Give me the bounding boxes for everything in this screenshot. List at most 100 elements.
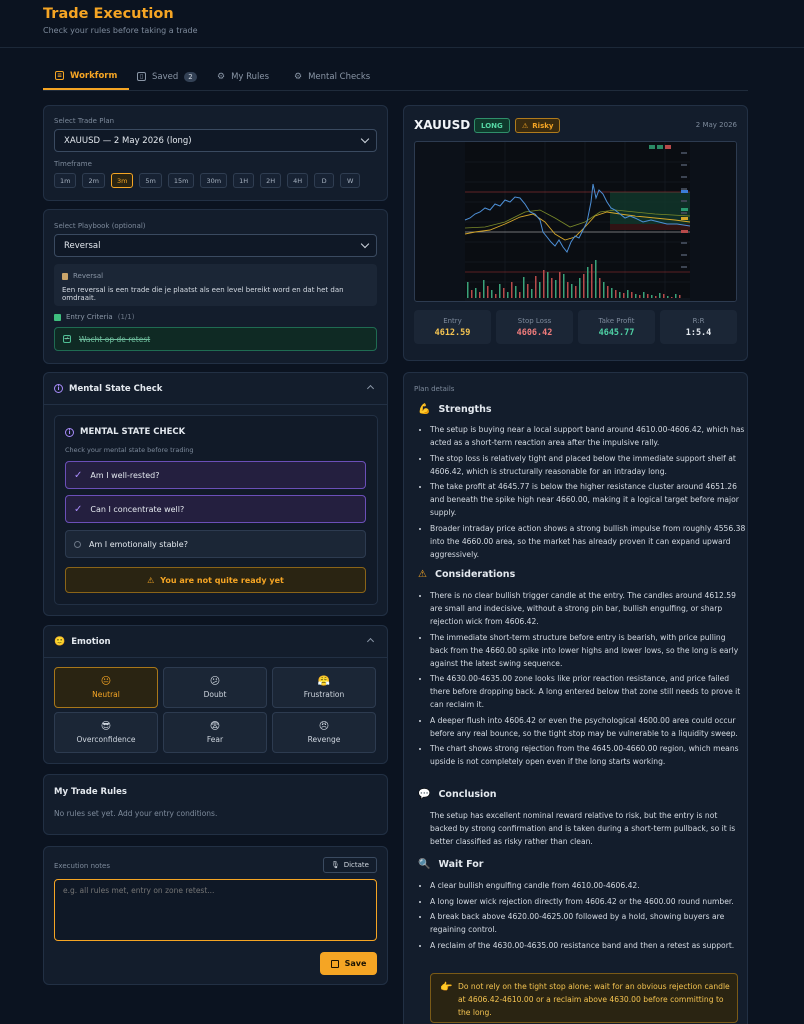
list-item: The chart shows strong rejection from th… <box>430 742 746 768</box>
chevron-up-icon <box>366 637 375 646</box>
note-icon <box>62 272 68 280</box>
info-icon: i <box>65 427 74 437</box>
playbook-card: Select Playbook (optional) Reversal Reve… <box>43 209 388 364</box>
emotion-card: 🙂 Emotion 😐 Neutral 😕 Doubt 😤 Frustration 😎 Ove… <box>43 625 388 764</box>
list-item: A long lower wick rejection directly fro… <box>430 895 746 908</box>
trade-summary-card: XAUUSD LONG ⚠ Risky 2 May 2026 Entry 461… <box>403 105 748 361</box>
list-item: The take profit at 4645.77 is below the … <box>430 480 746 519</box>
timeframe-button-3m[interactable]: 3m <box>110 173 134 188</box>
wait-for-list: A clear bullish engulfing candle from 46… <box>430 879 746 954</box>
chart-image <box>464 142 736 301</box>
trade-plan-label: Select Trade Plan <box>54 117 115 125</box>
emotion-option-neutral[interactable]: 😐 Neutral <box>54 667 158 708</box>
emotion-option-label: Doubt <box>203 689 227 699</box>
frustration-face-icon: 😤 <box>317 675 331 687</box>
timeframe-button-15m[interactable]: 15m <box>167 173 195 188</box>
overconfidence-face-icon: 😎 <box>100 720 112 732</box>
check-icon: ✓ <box>63 335 71 343</box>
emotion-option-revenge[interactable]: 😠 Revenge <box>272 712 376 753</box>
metric-take-profit: Take Profit 4645.77 <box>578 310 655 344</box>
strengths-heading: 💪 Strengths <box>418 404 492 415</box>
timeframe-button-4h[interactable]: 4H <box>287 173 309 188</box>
timeframe-button-d[interactable]: D <box>314 173 335 188</box>
list-item: A deeper flush into 4606.42 or even the … <box>430 714 746 740</box>
plan-details-card: Plan details 💪 Strengths The setup is bu… <box>403 372 748 1024</box>
emotion-option-overconfidence[interactable]: 😎 Overconfidence <box>54 712 158 753</box>
clipboard-icon: ≡ <box>55 71 64 80</box>
emotion-option-label: Neutral <box>92 689 120 699</box>
emotion-option-fear[interactable]: 😨 Fear <box>163 712 267 753</box>
strengths-list: The setup is buying near a local support… <box>430 423 746 563</box>
timeframe-button-w[interactable]: W <box>340 173 361 188</box>
tab-my-rules[interactable]: ⚙ My Rules <box>217 63 269 90</box>
trade-plan-select[interactable]: XAUUSD — 2 May 2026 (long) <box>54 129 377 152</box>
entry-criteria-header: Entry Criteria (1/1) <box>54 313 134 321</box>
wait-tip-box: 👉 Do not rely on the tight stop alone; w… <box>430 973 738 1023</box>
timeframe-button-5m[interactable]: 5m <box>139 173 162 188</box>
timeframe-label: Timeframe <box>54 160 92 168</box>
tab-workform[interactable]: ≡ Workform <box>43 63 130 90</box>
page-subtitle: Check your rules before taking a trade <box>43 26 198 35</box>
timeframe-button-2m[interactable]: 2m <box>82 173 105 188</box>
doubt-face-icon: 😕 <box>209 675 221 687</box>
emotion-option-frustration[interactable]: 😤 Frustration <box>272 667 376 708</box>
list-item: The setup is buying near a local support… <box>430 423 746 449</box>
trade-plan-card: Select Trade Plan XAUUSD — 2 May 2026 (l… <box>43 105 388 201</box>
list-item: The immediate short-term structure befor… <box>430 631 746 670</box>
warning-icon: ⚠ <box>147 575 155 585</box>
list-item: A clear bullish engulfing candle from 46… <box>430 879 746 892</box>
trade-date: 2 May 2026 <box>695 121 737 129</box>
speech-bubble-icon: 💬 <box>418 789 431 800</box>
trade-rules-empty: No rules set yet. Add your entry conditi… <box>54 809 218 818</box>
execution-notes-card: Execution notes 🎙 Dictate Save <box>43 846 388 985</box>
risk-badge: ⚠ Risky <box>515 118 561 133</box>
dictate-button[interactable]: 🎙 Dictate <box>322 857 377 873</box>
warning-icon: ⚠ <box>418 569 427 580</box>
chart-screenshot[interactable] <box>414 141 737 302</box>
info-icon: i <box>54 384 63 393</box>
save-button[interactable]: Save <box>320 952 377 975</box>
emotion-option-doubt[interactable]: 😕 Doubt <box>163 667 267 708</box>
execution-notes-input[interactable] <box>54 879 377 941</box>
saved-count-badge: 2 <box>184 71 197 82</box>
checkbox-icon <box>54 313 61 321</box>
timeframe-button-2h[interactable]: 2H <box>260 173 282 188</box>
emotion-header[interactable]: 🙂 Emotion <box>44 626 387 658</box>
emotion-option-label: Revenge <box>307 734 341 744</box>
bookmark-icon: ▯ <box>137 72 146 81</box>
trade-rules-title: My Trade Rules <box>54 787 127 797</box>
mental-check-concentrate[interactable]: ✓ Can I concentrate well? <box>65 495 366 523</box>
mental-state-header[interactable]: i Mental State Check <box>44 373 387 405</box>
chevron-down-icon <box>360 134 370 144</box>
list-item: The 4630.00-4635.00 zone looks like prio… <box>430 672 746 711</box>
timeframe-button-30m[interactable]: 30m <box>200 173 228 188</box>
trade-symbol: XAUUSD <box>414 118 471 132</box>
trade-rules-card: My Trade Rules No rules set yet. Add you… <box>43 774 388 835</box>
list-item: There is no clear bullish trigger candle… <box>430 589 746 628</box>
pointing-hand-icon: 👉 <box>440 982 453 993</box>
list-item: The stop loss is relatively tight and pl… <box>430 452 746 478</box>
mental-box-subtitle: Check your mental state before trading <box>65 446 194 454</box>
tab-mental-checks[interactable]: ⚙ Mental Checks <box>294 63 370 90</box>
entry-criteria-item[interactable]: ✓ Wacht op de retest <box>54 327 377 351</box>
magnifier-icon: 🔍 <box>418 859 431 870</box>
mental-check-well-rested[interactable]: ✓ Am I well-rested? <box>65 461 366 489</box>
execution-notes-label: Execution notes <box>54 862 110 870</box>
timeframe-button-1m[interactable]: 1m <box>54 173 77 188</box>
mental-check-emotionally-stable[interactable]: Am I emotionally stable? <box>65 530 366 558</box>
playbook-note: Reversal Een reversal is een trade die j… <box>54 264 377 306</box>
tab-saved[interactable]: ▯ Saved 2 <box>137 63 197 90</box>
playbook-note-text: Een reversal is een trade die je plaatst… <box>62 286 344 302</box>
fear-face-icon: 😨 <box>209 720 221 732</box>
timeframe-button-1h[interactable]: 1H <box>233 173 255 188</box>
conclusion-heading: 💬 Conclusion <box>418 789 497 800</box>
tab-bar: ≡ Workform ▯ Saved 2 ⚙ My Rules ⚙ Mental… <box>43 63 748 91</box>
considerations-list: There is no clear bullish trigger candle… <box>430 589 746 771</box>
plan-details-label: Plan details <box>414 385 455 393</box>
playbook-select[interactable]: Reversal <box>54 234 377 257</box>
playbook-note-title: Reversal <box>73 272 104 280</box>
save-icon <box>330 959 339 968</box>
list-item: Broader intraday price action shows a st… <box>430 522 746 561</box>
metric-entry: Entry 4612.59 <box>414 310 491 344</box>
chevron-up-icon <box>366 384 375 393</box>
